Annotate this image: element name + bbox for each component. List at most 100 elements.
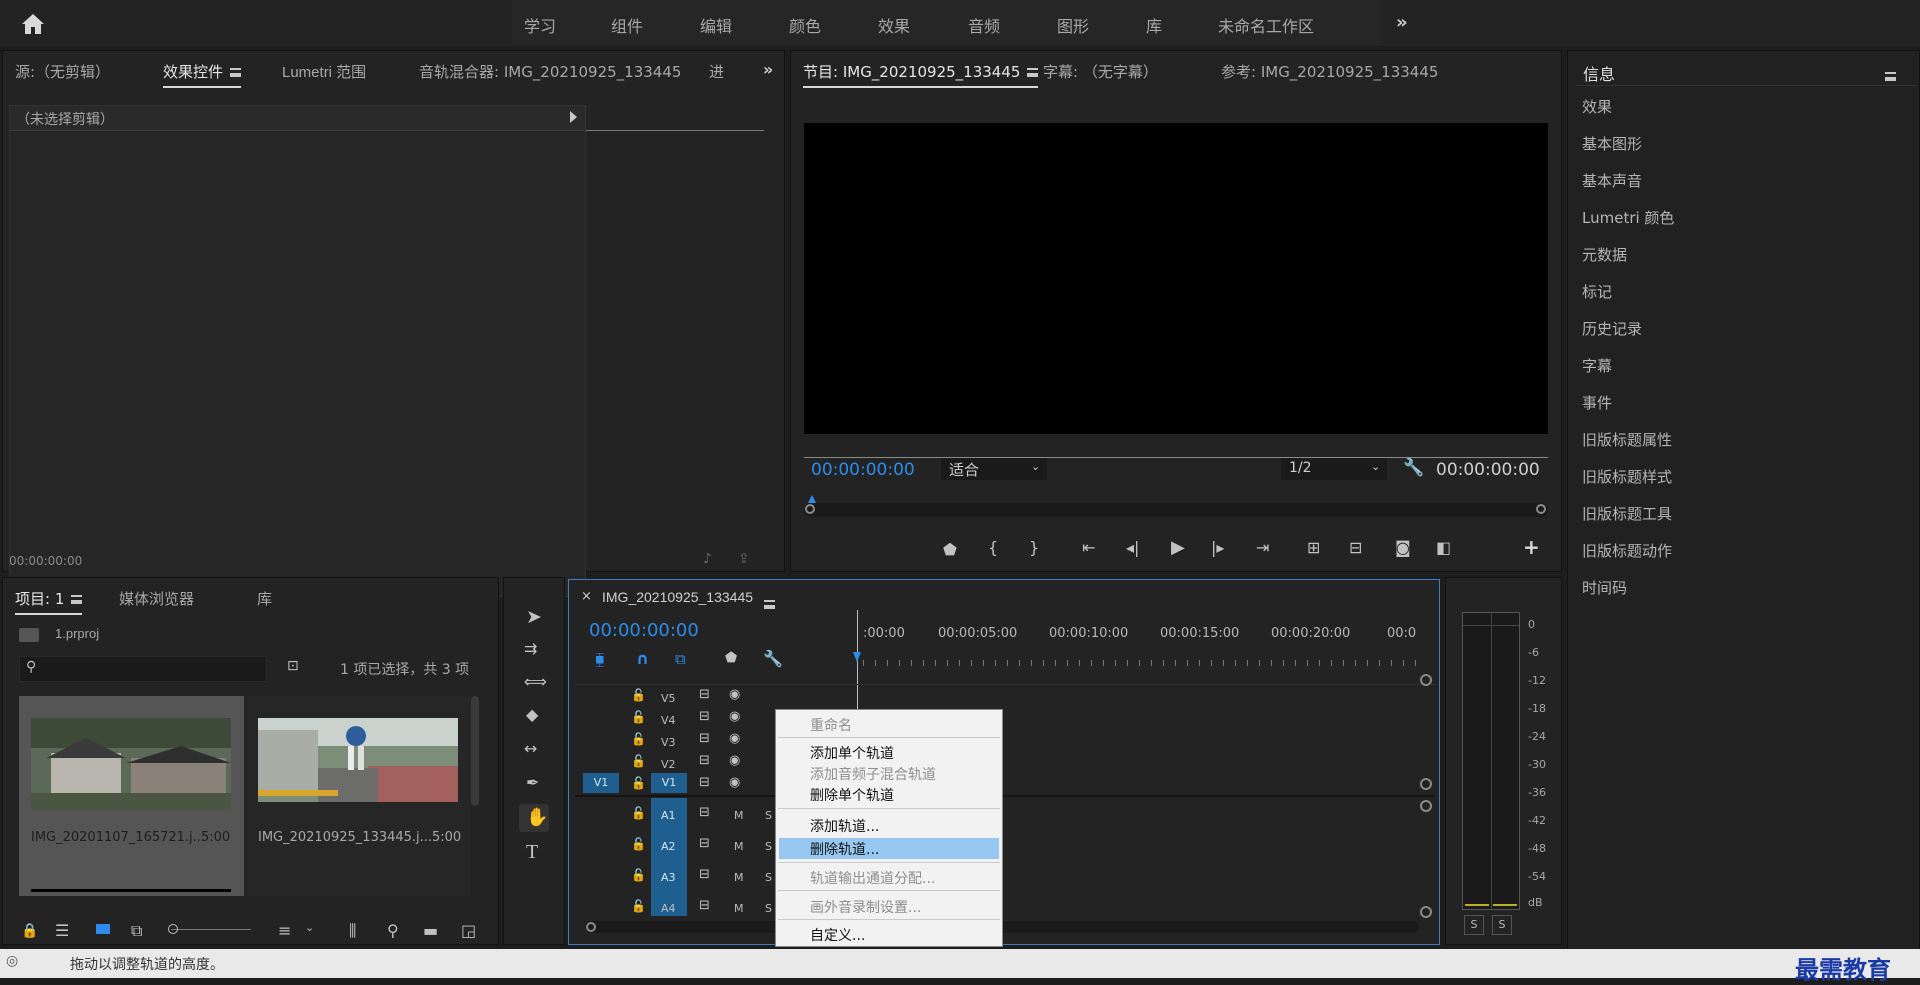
toggle-sync-lock-icon[interactable]: ⊟ [699,687,710,702]
track-name-a1[interactable]: A1 [661,809,676,822]
video-preview[interactable] [804,123,1548,434]
pen-tool-icon[interactable]: ✒ [526,773,539,792]
eye-icon[interactable]: ◉ [729,731,740,746]
nest-icon[interactable]: ⧯ [595,650,605,668]
toggle-sync-lock-icon[interactable]: ⊟ [699,867,710,882]
wrench-icon[interactable]: 🔧 [1403,458,1424,478]
camera-icon[interactable]: ◙ [1395,538,1411,557]
ripple-edit-tool-icon[interactable]: ⟺ [524,672,547,691]
menu-icon[interactable] [1027,68,1039,77]
tab-reference[interactable]: 参考: IMG_20210925_133445 [1221,61,1438,82]
timeline-settings-icon[interactable]: 🔧 [763,649,783,668]
menu-item-customize[interactable]: 自定义... [810,925,865,945]
expand-arrow-icon[interactable] [570,111,577,123]
lift-icon[interactable]: ⊞ [1307,538,1320,557]
go-to-out-icon[interactable]: ⇥ [1256,538,1269,557]
scroll-handle-left[interactable] [805,504,815,514]
add-button-icon[interactable]: + [1523,535,1540,559]
media-item[interactable]: IMG_20210925_133445.j... 5:00 [246,696,471,896]
mark-out-icon[interactable]: } [1029,538,1039,557]
comparison-view-icon[interactable]: ◧ [1436,538,1451,557]
solo-button[interactable]: S [765,840,772,853]
workspace-tab-learn[interactable]: 学习 [524,13,556,37]
toggle-sync-lock-icon[interactable]: ⊟ [699,836,710,851]
lock-icon[interactable]: 🔓 [631,837,646,851]
list-view-icon[interactable]: ☰ [55,921,69,940]
tab-captions[interactable]: 字幕: （无字幕） [1043,61,1158,82]
scrub-bar[interactable] [804,457,1548,458]
media-item[interactable]: IMG_20201107_165721.j... 5:00 [19,696,244,896]
right-panel-item[interactable]: 字幕 [1582,355,1612,376]
resolution-select[interactable]: 1/2 ⌄ [1281,458,1387,480]
type-tool-icon[interactable]: T [526,841,538,864]
snap-icon[interactable]: ∩ [636,649,649,668]
audio-only-icon[interactable]: ♪ [703,551,712,567]
export-icon[interactable]: ⇪ [738,551,750,567]
eye-icon[interactable]: ◉ [729,709,740,724]
play-icon[interactable]: ▶ [1171,537,1185,558]
tab-audio-mixer[interactable]: 音轨混合器: IMG_20210925_133445 [419,61,681,82]
solo-button[interactable]: S [765,871,772,884]
mark-in-icon[interactable]: { [988,538,998,557]
search-input[interactable]: ⚲ [19,656,267,682]
toggle-sync-lock-icon[interactable]: ⊟ [699,805,710,820]
chevron-down-icon[interactable]: ⌄ [305,921,314,934]
workspace-tab-graphics[interactable]: 图形 [1057,13,1089,37]
step-back-icon[interactable]: ◂| [1126,538,1139,557]
workspace-more-button[interactable]: » [1396,12,1408,33]
right-panel-item[interactable]: 基本声音 [1582,170,1642,191]
zoom-select[interactable]: 适合 ⌄ [941,458,1047,480]
lock-icon[interactable]: 🔓 [631,710,646,724]
new-item-icon[interactable]: ◲ [461,921,476,940]
tab-effect-controls[interactable]: 效果控件 [163,61,242,88]
right-panel-item[interactable]: 历史记录 [1582,318,1642,339]
scroll-handle[interactable] [1420,778,1432,790]
solo-button[interactable]: S [765,902,772,915]
lock-icon[interactable]: 🔓 [631,732,646,746]
menu-item-delete-tracks[interactable]: 删除轨道... [810,839,879,859]
zoom-scrollbar[interactable] [804,503,1548,517]
menu-icon[interactable] [230,68,242,77]
workspace-tab-effects[interactable]: 效果 [878,13,910,37]
right-panel-item[interactable]: 旧版标题动作 [1582,540,1672,561]
tab-lumetri-scopes[interactable]: Lumetri 范围 [282,61,366,82]
menu-icon[interactable] [764,600,775,609]
workspace-tab-color[interactable]: 颜色 [789,13,821,37]
track-select-tool-icon[interactable]: ⇉ [524,639,537,658]
eye-icon[interactable]: ◉ [729,775,740,790]
mute-button[interactable]: M [734,902,744,915]
workspace-tab-custom[interactable]: 未命名工作区 [1218,13,1314,37]
solo-left-button[interactable]: S [1464,915,1484,935]
close-sequence-icon[interactable]: × [581,589,592,604]
automate-to-sequence-icon[interactable]: ⫼ [349,921,356,941]
scroll-handle-left[interactable] [586,922,596,932]
track-name-v5[interactable]: V5 [661,692,676,705]
mute-button[interactable]: M [734,809,744,822]
eye-icon[interactable]: ◉ [729,753,740,768]
toggle-sync-lock-icon[interactable]: ⊟ [699,731,710,746]
track-name-a4[interactable]: A4 [661,902,676,915]
right-panel-item[interactable]: 效果 [1582,96,1612,117]
menu-item-delete-single-track[interactable]: 删除单个轨道 [810,785,894,805]
toggle-sync-lock-icon[interactable]: ⊟ [699,898,710,913]
scroll-handle[interactable] [1420,906,1432,918]
track-name-a2[interactable]: A2 [661,840,676,853]
right-panel-item[interactable]: 事件 [1582,392,1612,413]
track-name-v4[interactable]: V4 [661,714,676,727]
right-panel-item[interactable]: 旧版标题属性 [1582,429,1672,450]
right-panel-item[interactable]: 标记 [1582,281,1612,302]
razor-tool-icon[interactable]: ◆ [526,705,538,724]
right-panel-item[interactable]: 旧版标题样式 [1582,466,1672,487]
workspace-tab-editing[interactable]: 编辑 [700,13,732,37]
playhead-marker[interactable] [853,652,861,662]
lock-icon[interactable]: 🔒 [21,923,38,939]
lock-icon[interactable]: 🔓 [631,688,646,702]
hand-tool[interactable]: ✋ [519,804,549,832]
step-forward-icon[interactable]: |▸ [1211,538,1224,557]
sequence-tab[interactable]: IMG_20210925_133445 [602,589,753,605]
tab-source[interactable]: 源:（无剪辑） [15,61,110,82]
slip-tool-icon[interactable]: ↔ [524,739,537,758]
lock-icon[interactable]: 🔓 [631,776,646,790]
selection-tool-icon[interactable]: ➤ [526,606,542,628]
lock-icon[interactable]: 🔓 [631,868,646,882]
